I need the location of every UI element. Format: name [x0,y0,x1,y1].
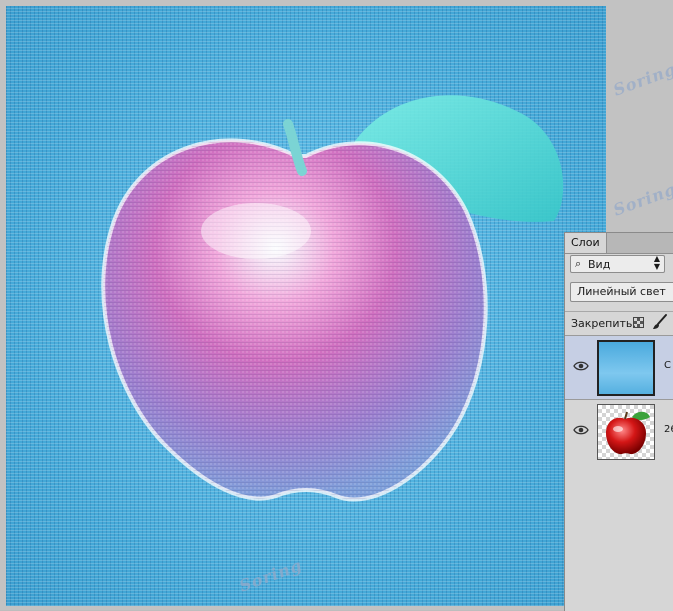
updown-arrows-icon: ▲ ▼ [653,254,660,271]
watermark: Soring [610,179,673,220]
checker-lock-icon[interactable] [633,317,644,328]
apple-artwork [101,95,564,502]
layer-row[interactable]: С [565,335,673,399]
brush-icon[interactable] [651,313,669,331]
layer-row[interactable]: 26 [565,399,673,463]
eye-icon[interactable] [573,424,589,436]
layer-name: С [664,360,671,371]
layer-name: 26 [664,424,673,435]
panel-tabbar: Слои [565,233,673,254]
layer-filter-label: Вид [588,258,611,271]
layer-thumbnail [597,404,655,460]
lock-row: Закрепить: [565,311,673,334]
tab-layers[interactable]: Слои [565,233,607,253]
artwork-canvas[interactable] [6,6,606,606]
layer-thumbnail [597,340,655,396]
layers-panel: Слои ⌕ Вид ▲ ▼ Линейный свет Закрепить: С [564,232,673,611]
apple-thumbnail-icon [606,411,650,455]
lock-label: Закрепить: [571,317,637,330]
eye-icon[interactable] [573,360,589,372]
blend-mode-select[interactable]: Линейный свет [570,282,673,302]
watermark: Soring [610,59,673,100]
layer-filter-select[interactable]: ⌕ Вид ▲ ▼ [570,255,665,273]
magnifier-icon: ⌕ [575,257,582,270]
